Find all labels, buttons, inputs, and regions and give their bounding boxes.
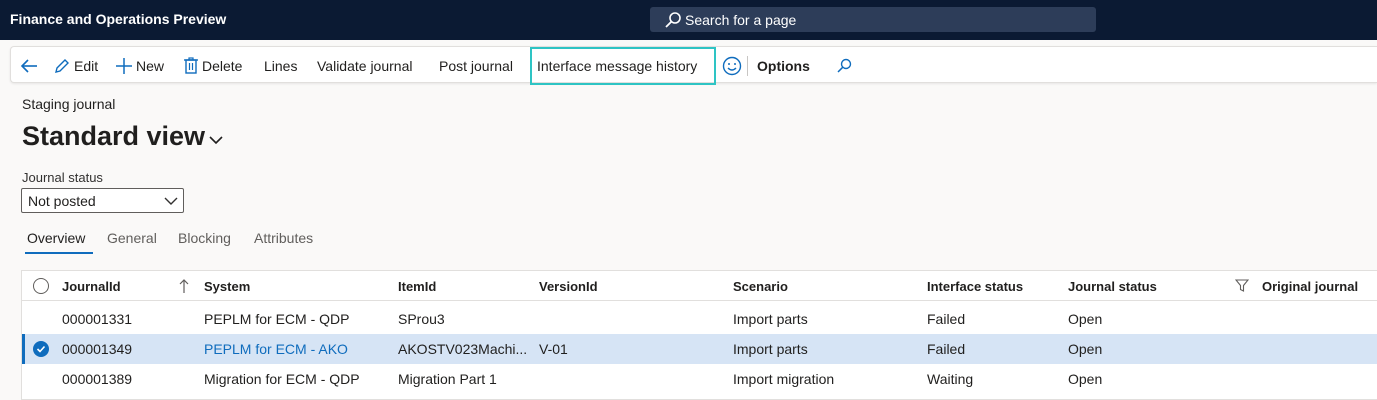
cell-interface-status: Failed	[927, 341, 966, 357]
edit-button[interactable]: Edit	[53, 47, 98, 84]
search-icon	[665, 11, 681, 28]
feedback-button[interactable]	[722, 47, 745, 84]
checkmark-icon	[36, 345, 46, 353]
journal-status-label: Journal status	[22, 170, 103, 185]
back-arrow-icon	[20, 58, 37, 73]
cell-versionid: V-01	[539, 341, 568, 357]
column-header-journal-status[interactable]: Journal status	[1068, 279, 1157, 294]
cell-journal-status: Open	[1068, 371, 1103, 387]
cell-system: Migration for ECM - QDP	[204, 371, 360, 387]
cell-system: PEPLM for ECM - QDP	[204, 311, 350, 327]
cell-journalid: 000001389	[62, 371, 133, 387]
cell-journal-status: Open	[1068, 341, 1103, 357]
column-header-scenario[interactable]: Scenario	[733, 279, 788, 294]
smiley-icon	[722, 56, 742, 75]
cell-scenario: Import migration	[733, 371, 835, 387]
breadcrumb: Staging journal	[22, 96, 116, 112]
select-all-checkbox[interactable]	[33, 278, 49, 294]
edit-label: Edit	[74, 57, 99, 74]
grid-header: JournalId System ItemId VersionId Scenar…	[22, 271, 1377, 301]
page-title: Standard view	[22, 121, 206, 151]
action-search-button[interactable]	[835, 47, 856, 84]
column-header-itemid[interactable]: ItemId	[398, 279, 436, 294]
cell-itemid: SProu3	[398, 311, 445, 327]
interface-message-history-button[interactable]: Interface message history	[537, 47, 697, 84]
table-row-selected[interactable]: 000001349 PEPLM for ECM - AKO AKOSTV023M…	[22, 334, 1377, 364]
chevron-down-icon	[164, 197, 178, 205]
row-select-checkbox[interactable]	[33, 341, 49, 357]
table-row[interactable]: 000001389 Migration for ECM - QDP Migrat…	[22, 364, 1377, 394]
column-header-interface-status[interactable]: Interface status	[927, 279, 1023, 294]
tab-overview[interactable]: Overview	[27, 230, 85, 246]
cell-itemid: Migration Part 1	[398, 371, 497, 387]
journal-status-value: Not posted	[28, 192, 96, 209]
top-bar: Finance and Operations Preview Search fo…	[0, 0, 1377, 40]
action-pane: Edit New Delete Lines Validate journal P…	[10, 46, 1377, 85]
options-button[interactable]: Options	[757, 47, 810, 84]
sort-ascending-icon[interactable]	[178, 278, 190, 294]
column-header-original-journal[interactable]: Original journal	[1262, 279, 1358, 294]
journal-status-select[interactable]: Not posted	[21, 188, 184, 213]
tab-general[interactable]: General	[107, 230, 157, 246]
cell-scenario: Import parts	[733, 341, 808, 357]
search-icon	[837, 58, 852, 73]
tab-attributes[interactable]: Attributes	[254, 230, 313, 246]
column-header-system[interactable]: System	[204, 279, 250, 294]
delete-label: Delete	[202, 57, 243, 74]
journal-grid: JournalId System ItemId VersionId Scenar…	[21, 270, 1377, 400]
chevron-down-icon	[209, 135, 223, 144]
plus-icon	[116, 57, 132, 74]
action-divider	[747, 56, 748, 76]
cell-interface-status: Waiting	[927, 371, 974, 387]
tab-blocking[interactable]: Blocking	[178, 230, 231, 246]
trash-icon	[184, 56, 198, 74]
cell-scenario: Import parts	[733, 311, 808, 327]
back-button[interactable]	[19, 47, 42, 84]
pencil-icon	[55, 58, 69, 73]
column-header-versionid[interactable]: VersionId	[539, 279, 598, 294]
search-placeholder: Search for a page	[685, 11, 797, 28]
cell-journalid: 000001349	[62, 341, 133, 357]
selection-indicator	[22, 334, 25, 364]
active-tab-indicator	[25, 252, 93, 254]
app-title[interactable]: Finance and Operations Preview	[10, 11, 226, 27]
new-button[interactable]: New	[115, 47, 164, 84]
post-journal-button[interactable]: Post journal	[439, 47, 513, 84]
cell-journalid: 000001331	[62, 311, 133, 327]
view-selector[interactable]: Standard view	[22, 121, 223, 152]
cell-itemid: AKOSTV023Machi...	[398, 341, 528, 357]
cell-journal-status: Open	[1068, 311, 1103, 327]
page-search-input[interactable]: Search for a page	[650, 7, 1096, 32]
column-header-journalid[interactable]: JournalId	[62, 279, 121, 294]
table-row[interactable]: 000001331 PEPLM for ECM - QDP SProu3 Imp…	[22, 304, 1377, 334]
new-label: New	[136, 57, 165, 74]
cell-interface-status: Failed	[927, 311, 966, 327]
lines-button[interactable]: Lines	[264, 47, 297, 84]
filter-icon[interactable]	[1235, 279, 1249, 292]
cell-system-link[interactable]: PEPLM for ECM - AKO	[204, 341, 348, 357]
validate-journal-button[interactable]: Validate journal	[317, 47, 412, 84]
delete-button[interactable]: Delete	[183, 47, 242, 84]
